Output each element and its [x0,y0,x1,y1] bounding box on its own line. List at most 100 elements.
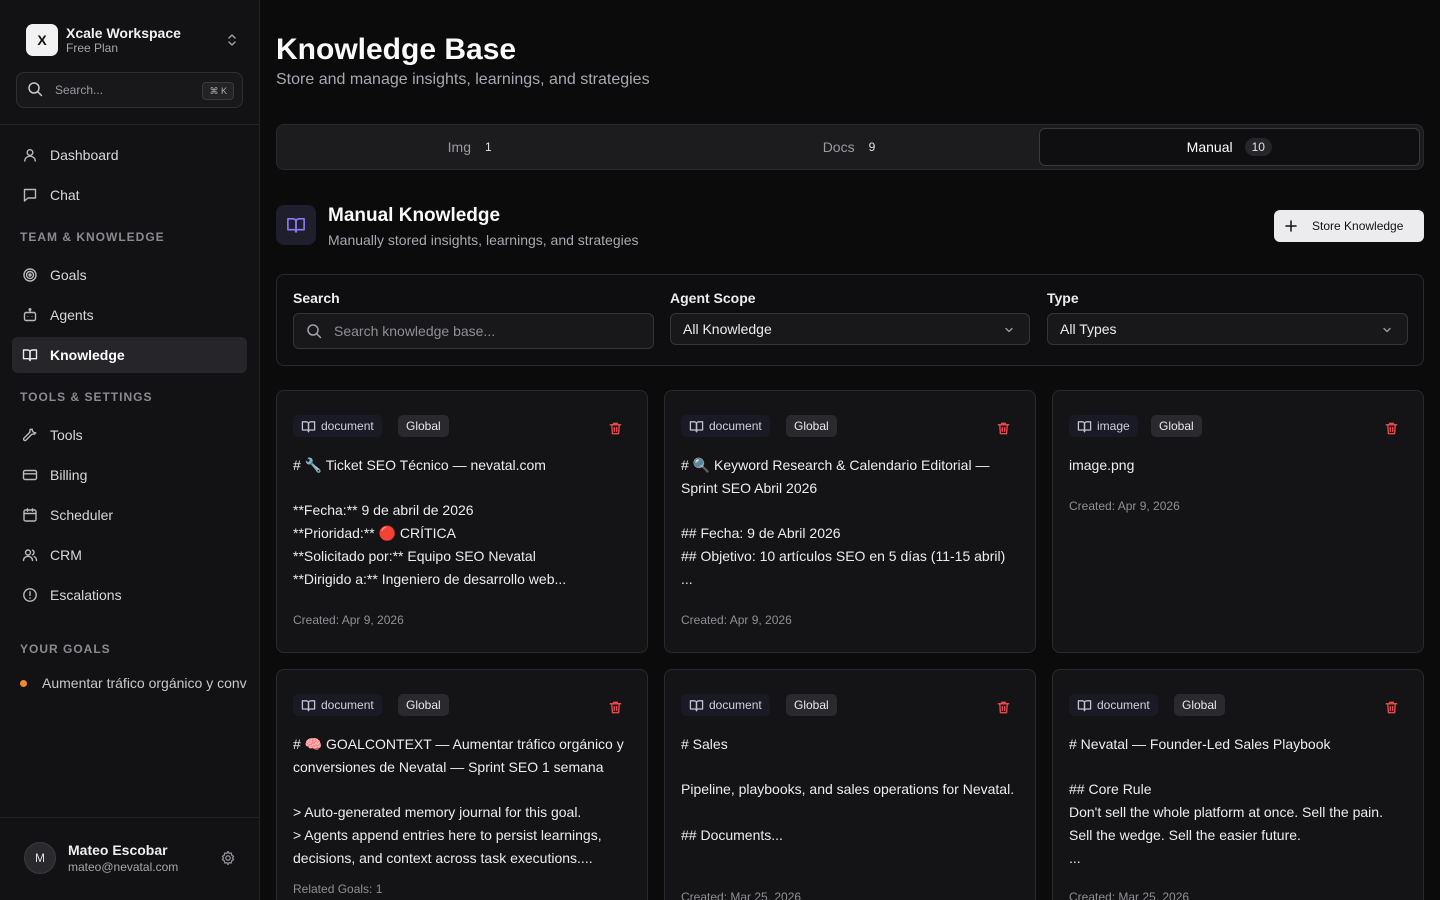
card-created: Created: Apr 9, 2026 [1069,499,1180,513]
sidebar-item-label: Billing [50,467,88,483]
card-created: Created: Mar 25, 2026 [1069,890,1190,900]
calendar-icon [23,508,37,522]
type-value: All Types [1060,321,1117,337]
filter-panel: Search Search knowledge base... Agent Sc… [276,274,1424,366]
chevrons-up-down-icon[interactable] [224,32,240,51]
book-open-icon [689,420,704,432]
type-badge: document [1069,694,1158,716]
card-content: # 🧠 GOALCONTEXT — Aumentar tráfico orgán… [293,736,624,866]
knowledge-card[interactable]: document Global # Sales Pipeline, playbo… [664,669,1036,900]
sidebar-item-billing[interactable]: Billing [12,457,247,493]
trash-icon[interactable] [1384,421,1399,439]
user-profile[interactable]: M Mateo Escobar mateo@nevatal.com [24,840,240,876]
tab-docs[interactable]: Docs 9 [659,128,1038,166]
card-content: # 🔍 Keyword Research & Calendario Editor… [681,457,1006,587]
gear-icon[interactable] [220,850,236,869]
credit-card-icon [22,469,38,481]
sidebar-item-chat[interactable]: Chat [12,177,247,213]
book-open-icon [22,349,38,362]
scope-badge: Global [786,694,837,716]
type-badge: image [1069,415,1138,437]
sidebar-item-label: Goals [50,267,87,283]
book-open-icon [301,699,316,711]
card-created: Created: Mar 25, 2026 [681,890,802,900]
tab-manual[interactable]: Manual 10 [1038,128,1420,166]
agent-scope-select[interactable]: All Knowledge [670,313,1030,345]
sidebar-item-dashboard[interactable]: Dashboard [12,137,247,173]
sidebar-goal-label: Aumentar tráfico orgánico y conversiones… [42,675,247,691]
trash-icon[interactable] [996,700,1011,718]
page-title: Knowledge Base [276,33,517,66]
type-badge-label: document [709,419,762,433]
type-select[interactable]: All Types [1047,313,1408,345]
card-content: # Sales Pipeline, playbooks, and sales o… [681,736,1015,843]
sidebar-item-goals[interactable]: Goals [12,257,247,293]
card-content: # 🔧 Ticket SEO Técnico — nevatal.com **F… [293,457,567,587]
tab-list: Img 1 Docs 9 Manual 10 [276,124,1424,170]
book-open-icon [1077,699,1092,711]
sidebar-item-escalations[interactable]: Escalations [12,577,247,613]
user-icon [24,149,36,162]
book-open-icon [301,420,316,432]
book-open-icon [1077,420,1092,432]
sidebar-item-label: Scheduler [50,507,114,523]
users-icon [22,549,38,562]
knowledge-card[interactable]: document Global # Nevatal — Founder-Led … [1052,669,1424,900]
card-content: image.png [1069,457,1135,473]
section-subtitle: Manually stored insights, learnings, and… [328,232,639,248]
sidebar-item-tools[interactable]: Tools [12,417,247,453]
tab-count: 9 [868,140,876,154]
card-content: # Nevatal — Founder-Led Sales Playbook #… [1069,736,1383,866]
knowledge-card[interactable]: document Global # 🔧 Ticket SEO Técnico —… [276,390,648,653]
wrench-icon [22,428,37,442]
knowledge-search-input[interactable]: Search knowledge base... [293,313,654,349]
trash-icon[interactable] [608,700,623,718]
knowledge-card[interactable]: document Global # 🔍 Keyword Research & C… [664,390,1036,653]
sidebar-item-agents[interactable]: Agents [12,297,247,333]
type-badge-label: document [321,419,374,433]
knowledge-card[interactable]: image Global image.png Created: Apr 9, 2… [1052,390,1424,653]
section-title: Manual Knowledge [328,205,501,226]
type-badge: document [681,415,770,437]
card-created: Created: Apr 9, 2026 [293,613,404,627]
trash-icon[interactable] [608,421,623,439]
agent-scope-label: Agent Scope [670,290,756,306]
book-open-icon [689,699,704,711]
trash-icon[interactable] [1384,700,1399,718]
type-badge-label: document [321,698,374,712]
main-content: Knowledge Base Store and manage insights… [260,0,1440,900]
card-related-goals: Related Goals: 1 [293,882,383,896]
tab-label: Docs [822,139,855,155]
type-badge: document [293,694,382,716]
workspace-plan: Free Plan [66,41,119,55]
sidebar-item-label: CRM [50,547,82,563]
section-tools-settings: TOOLS & SETTINGS [20,390,153,404]
chevron-down-icon [1003,323,1015,339]
sidebar-search[interactable]: Search... ⌘ K [16,72,243,108]
sidebar-search-placeholder: Search... [55,83,104,97]
workspace-switcher[interactable]: X Xcale Workspace Free Plan [26,24,240,56]
user-email: mateo@nevatal.com [68,859,179,874]
scope-badge: Global [786,415,837,437]
sidebar-item-crm[interactable]: CRM [12,537,247,573]
store-knowledge-button[interactable]: Store Knowledge [1274,210,1424,242]
trash-icon[interactable] [996,421,1011,439]
avatar: M [24,842,56,874]
tab-img[interactable]: Img 1 [280,128,659,166]
search-icon [306,323,322,339]
book-open-icon [276,205,316,245]
sidebar-divider [0,817,259,818]
type-badge: document [681,694,770,716]
scope-badge: Global [398,415,449,437]
sidebar-item-label: Dashboard [50,147,119,163]
message-square-icon [23,188,37,202]
sidebar-item-knowledge[interactable]: Knowledge [12,337,247,373]
sidebar-item-scheduler[interactable]: Scheduler [12,497,247,533]
knowledge-card[interactable]: document Global # 🧠 GOALCONTEXT — Aument… [276,669,648,900]
sidebar-item-label: Chat [50,187,80,203]
search-icon [27,81,43,100]
tab-count: 1 [484,140,492,154]
sidebar-divider [0,124,259,125]
sidebar-goal-item[interactable]: Aumentar tráfico orgánico y conversiones… [20,674,247,692]
tab-label: Manual [1186,139,1233,155]
